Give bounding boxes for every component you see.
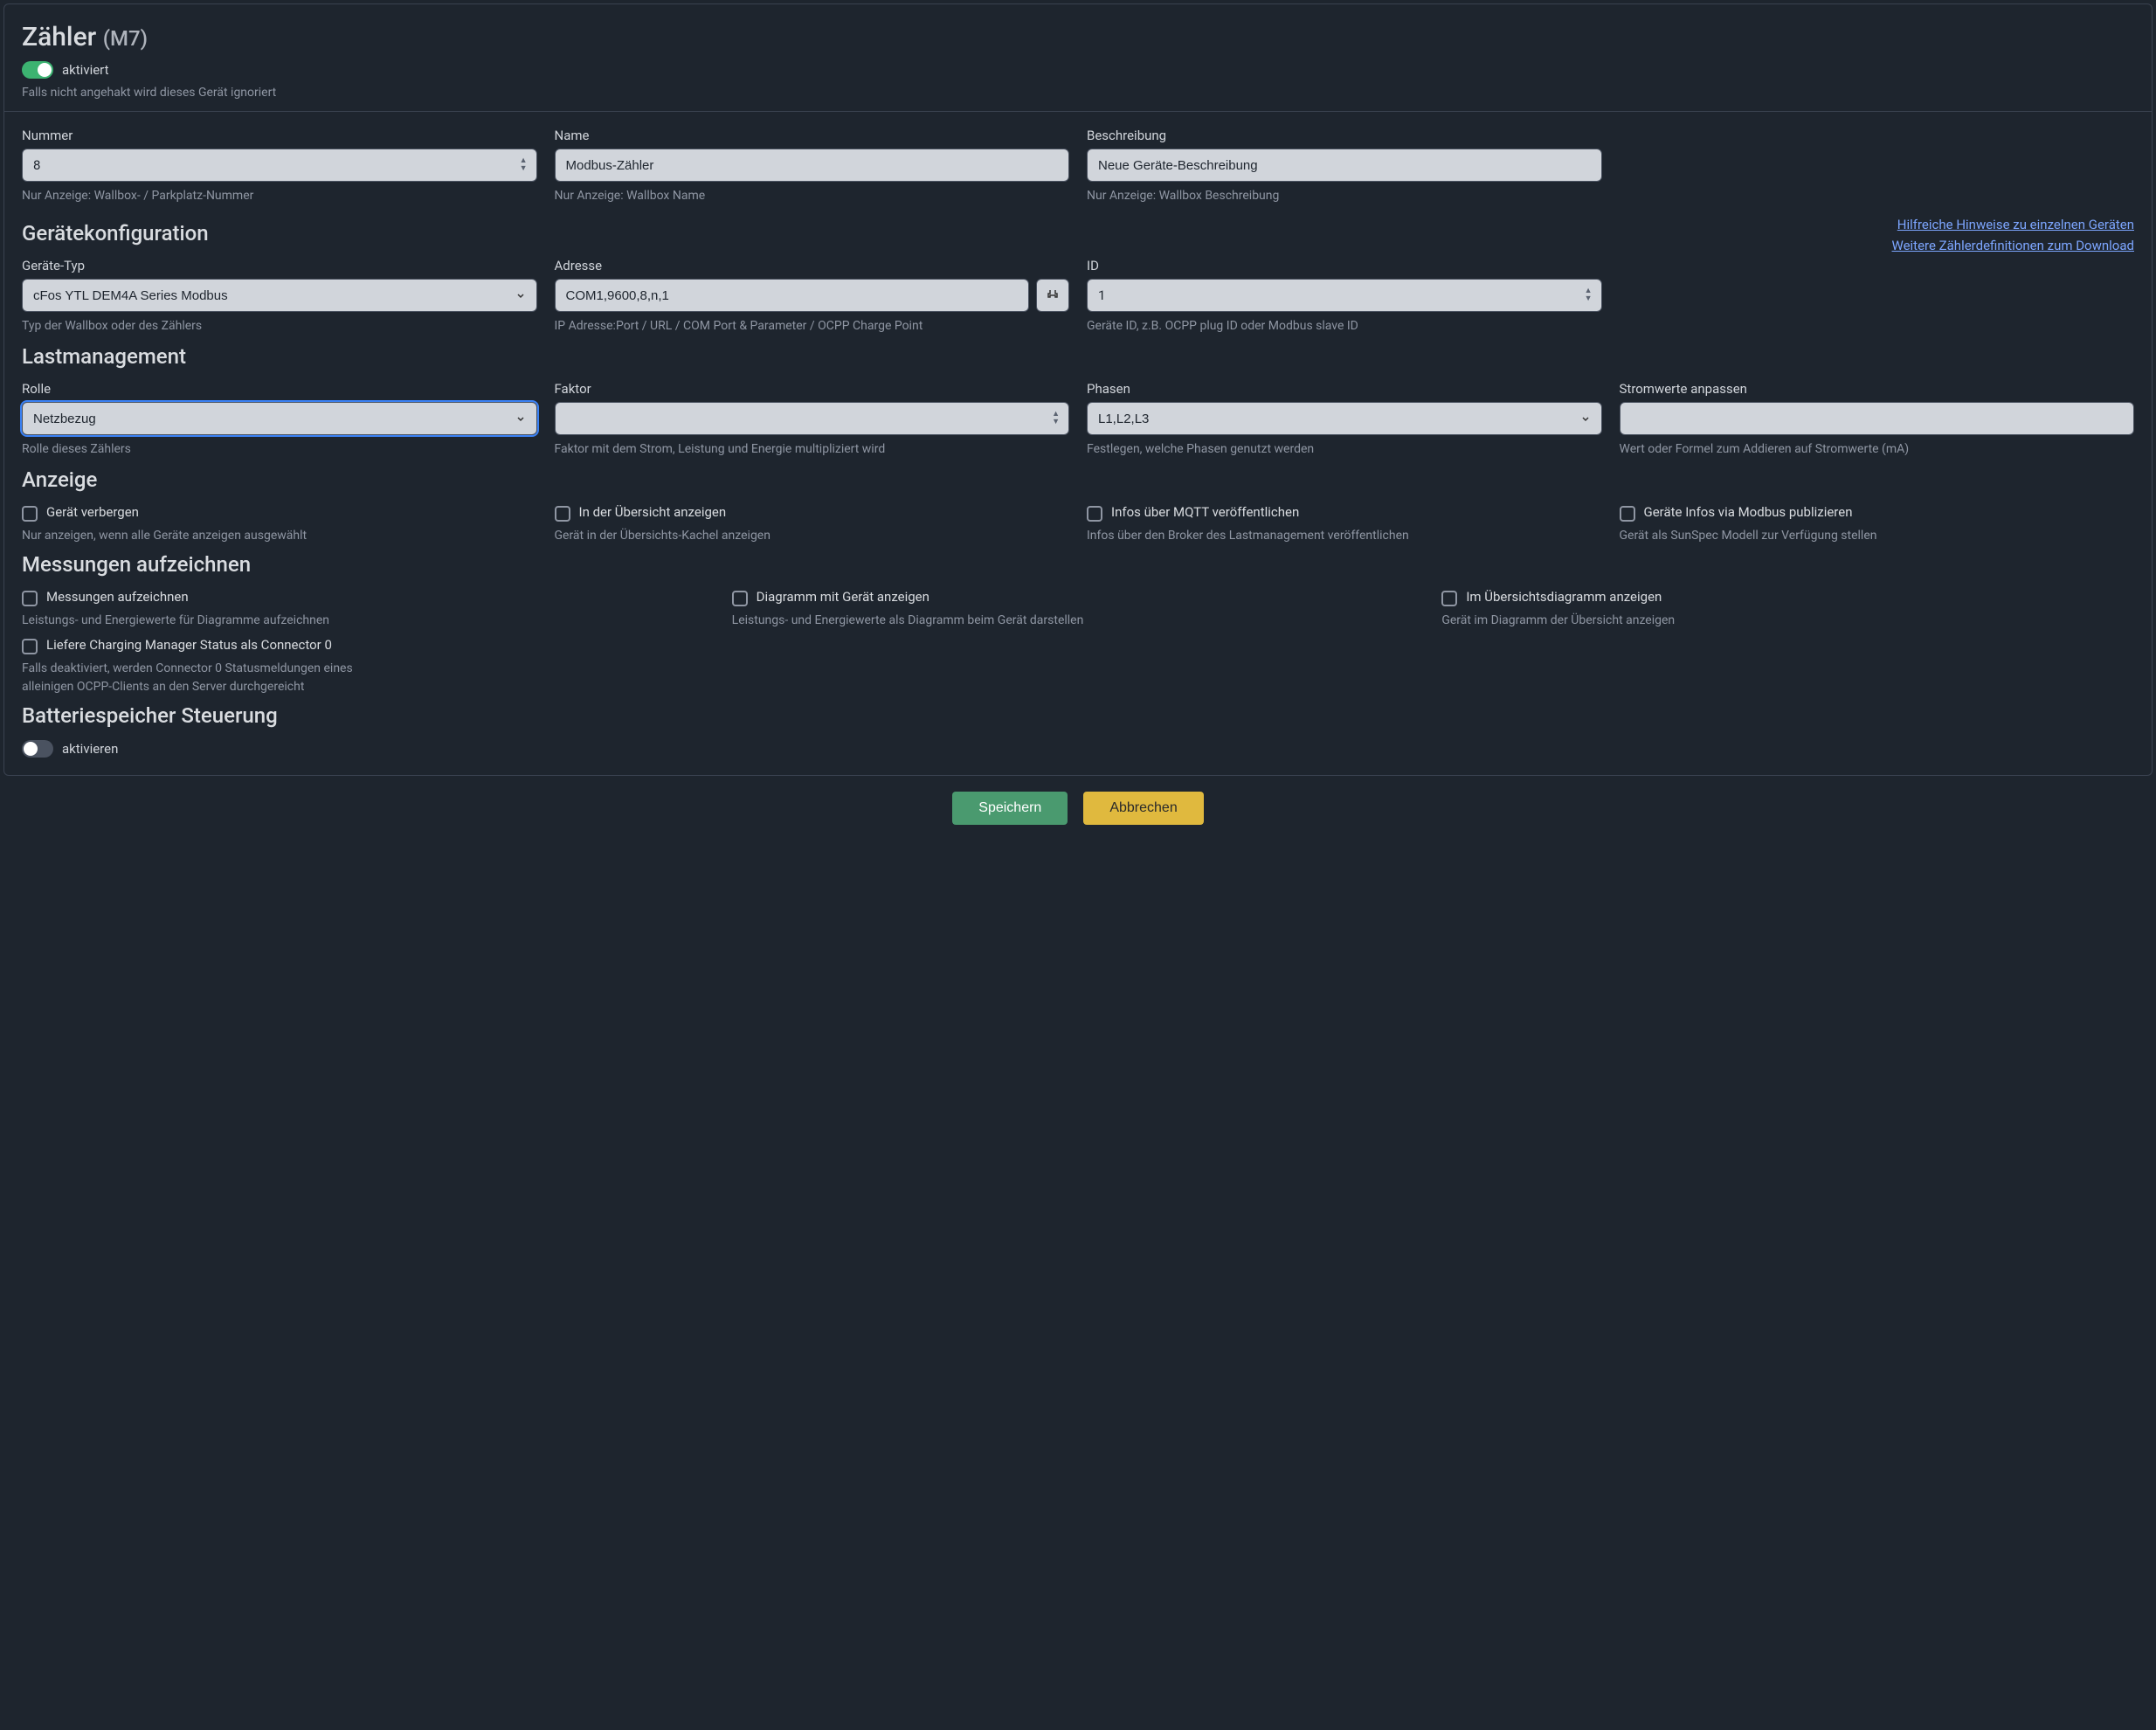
enabled-label: aktiviert [62,62,109,78]
modbus-checkbox[interactable] [1620,506,1635,522]
conn0-label: Liefere Charging Manager Status als Conn… [46,637,332,653]
factor-label: Faktor [555,381,1070,397]
number-label: Nummer [22,128,537,143]
conn0-help: Falls deaktiviert, werden Connector 0 St… [22,660,371,696]
loadmgmt-heading: Lastmanagement [22,344,2134,369]
address-connect-button[interactable] [1036,279,1069,312]
battery-heading: Batteriespeicher Steuerung [22,703,2134,728]
enabled-toggle[interactable] [22,61,53,79]
enabled-help: Falls nicht angehakt wird dieses Gerät i… [22,84,284,102]
id-label: ID [1087,258,1602,273]
name-help: Nur Anzeige: Wallbox Name [555,187,1070,205]
defs-link[interactable]: Weitere Zählerdefinitionen zum Download [1620,235,2135,256]
device-settings-panel: Zähler (M7) aktiviert Falls nicht angeha… [3,3,2153,776]
phases-select[interactable]: L1,L2,L3 [1087,402,1602,435]
role-help: Rolle dieses Zählers [22,440,537,459]
role-select[interactable]: Netzbezug [22,402,537,435]
adjust-label: Stromwerte anpassen [1620,381,2135,397]
address-input[interactable] [555,279,1030,312]
cable-icon [1046,288,1060,302]
stepper-icon: ▲▼ [520,157,528,173]
phases-label: Phasen [1087,381,1602,397]
overview-help: Gerät in der Übersichts-Kachel anzeigen [555,527,1070,545]
device-type-label: Geräte-Typ [22,258,537,273]
hide-help: Nur anzeigen, wenn alle Geräte anzeigen … [22,527,537,545]
number-input[interactable]: 8 ▲▼ [22,149,537,182]
name-input[interactable] [555,149,1070,182]
number-help: Nur Anzeige: Wallbox- / Parkplatz-Nummer [22,187,537,205]
record-help: Leistungs- und Energiewerte für Diagramm… [22,612,715,630]
device-type-select[interactable]: cFos YTL DEM4A Series Modbus [22,279,537,312]
factor-input[interactable]: ▲▼ [555,402,1070,435]
save-button[interactable]: Speichern [952,792,1068,825]
record-label: Messungen aufzeichnen [46,589,189,605]
divider [4,111,2152,112]
adjust-help: Wert oder Formel zum Addieren auf Stromw… [1620,440,2135,459]
cancel-button[interactable]: Abbrechen [1083,792,1203,825]
hints-link[interactable]: Hilfreiche Hinweise zu einzelnen Geräten [1620,214,2135,235]
panel-subtitle: (M7) [103,26,148,51]
battery-enable-label: aktivieren [62,741,118,757]
id-input[interactable]: 1 ▲▼ [1087,279,1602,312]
stepper-icon: ▲▼ [1052,411,1060,426]
overview-diagram-checkbox[interactable] [1441,591,1457,606]
config-heading: Gerätekonfiguration [22,221,1602,246]
adjust-input[interactable] [1620,402,2135,435]
overview-label: In der Übersicht anzeigen [579,504,727,520]
desc-input[interactable] [1087,149,1602,182]
battery-enable-toggle[interactable] [22,740,53,758]
device-type-help: Typ der Wallbox oder des Zählers [22,317,537,336]
mqtt-help: Infos über den Broker des Lastmanagement… [1087,527,1602,545]
display-heading: Anzeige [22,467,2134,492]
diagram-label: Diagramm mit Gerät anzeigen [757,589,929,605]
diagram-checkbox[interactable] [732,591,748,606]
desc-help: Nur Anzeige: Wallbox Beschreibung [1087,187,1602,205]
desc-label: Beschreibung [1087,128,1602,143]
address-help: IP Adresse:Port / URL / COM Port & Param… [555,317,1070,336]
mqtt-checkbox[interactable] [1087,506,1102,522]
address-label: Adresse [555,258,1070,273]
id-help: Geräte ID, z.B. OCPP plug ID oder Modbus… [1087,317,1602,336]
overview-checkbox[interactable] [555,506,570,522]
phases-help: Festlegen, welche Phasen genutzt werden [1087,440,1602,459]
modbus-label: Geräte Infos via Modbus publizieren [1644,504,1853,520]
overview-diagram-help: Gerät im Diagramm der Übersicht anzeigen [1441,612,2134,630]
hide-checkbox[interactable] [22,506,38,522]
stepper-icon: ▲▼ [1585,287,1593,303]
conn0-checkbox[interactable] [22,639,38,654]
dialog-footer: Speichern Abbrechen [0,779,2156,841]
role-label: Rolle [22,381,537,397]
panel-title: Zähler (M7) [22,22,148,52]
factor-help: Faktor mit dem Strom, Leistung und Energ… [555,440,1070,459]
diagram-help: Leistungs- und Energiewerte als Diagramm… [732,612,1425,630]
recording-heading: Messungen aufzeichnen [22,552,2134,577]
mqtt-label: Infos über MQTT veröffentlichen [1111,504,1299,520]
overview-diagram-label: Im Übersichtsdiagramm anzeigen [1466,589,1662,605]
record-checkbox[interactable] [22,591,38,606]
hide-label: Gerät verbergen [46,504,139,520]
name-label: Name [555,128,1070,143]
modbus-help: Gerät als SunSpec Modell zur Verfügung s… [1620,527,2135,545]
